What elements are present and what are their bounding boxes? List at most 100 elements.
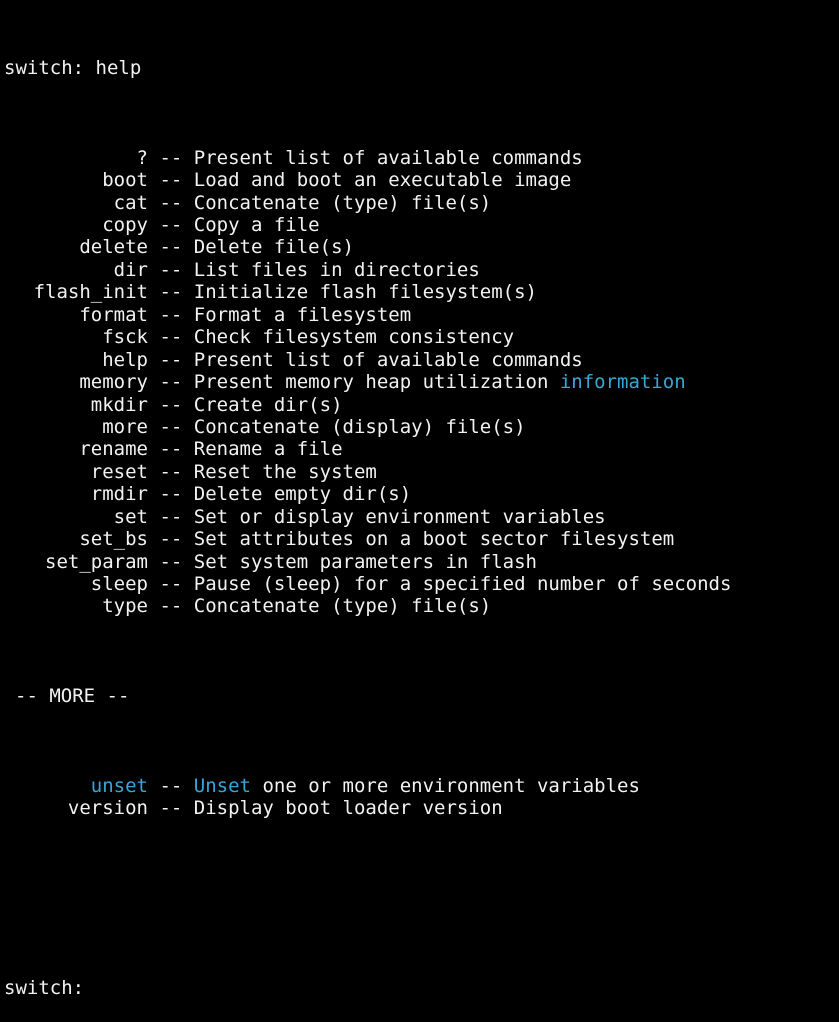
command-name: boot <box>102 169 148 192</box>
command-separator: -- <box>159 438 183 461</box>
command-row: help -- Present list of available comman… <box>4 349 839 371</box>
command-separator: -- <box>159 775 183 798</box>
highlighted-word: Unset <box>193 775 251 798</box>
command-separator: -- <box>159 415 183 438</box>
command-description: Present list of available commands <box>193 146 583 169</box>
command-separator: -- <box>159 550 183 573</box>
command-description: Format a filesystem <box>193 303 412 326</box>
command-row: flash_init -- Initialize flash filesyste… <box>4 281 839 303</box>
command-row: set -- Set or display environment variab… <box>4 506 839 528</box>
command-separator: -- <box>159 303 183 326</box>
command-row: version -- Display boot loader version <box>4 797 839 819</box>
command-name: reset <box>90 460 148 483</box>
command-row: boot -- Load and boot an executable imag… <box>4 169 839 191</box>
command-row: set_bs -- Set attributes on a boot secto… <box>4 528 839 550</box>
command-name: flash_init <box>33 281 148 304</box>
command-row: rmdir -- Delete empty dir(s) <box>4 483 839 505</box>
command-name: memory <box>79 371 148 394</box>
command-name: version <box>67 797 148 820</box>
command-separator: -- <box>159 505 183 528</box>
final-prompt[interactable]: switch: <box>4 977 839 999</box>
command-separator: -- <box>159 371 183 394</box>
command-description: Delete file(s) <box>193 236 354 259</box>
command-row: unset -- Unset one or more environment v… <box>4 775 839 797</box>
command-list-after-more: unset -- Unset one or more environment v… <box>4 775 839 820</box>
command-description: Set system parameters in flash <box>193 550 537 573</box>
command-name: format <box>79 303 148 326</box>
command-description: Display boot loader version <box>193 797 503 820</box>
command-row: format -- Format a filesystem <box>4 304 839 326</box>
command-row: reset -- Reset the system <box>4 461 839 483</box>
command-name: type <box>102 595 148 618</box>
command-description: Copy a file <box>193 214 320 237</box>
command-description: Present list of available commands <box>193 348 583 371</box>
command-name: rename <box>79 438 148 461</box>
command-separator: -- <box>159 258 183 281</box>
command-description: Initialize flash filesystem(s) <box>193 281 537 304</box>
command-separator: -- <box>159 214 183 237</box>
command-name: cat <box>113 191 148 214</box>
command-separator: -- <box>159 528 183 551</box>
command-separator: -- <box>159 595 183 618</box>
command-name: set_bs <box>79 528 148 551</box>
command-separator: -- <box>159 191 183 214</box>
command-row: dir -- List files in directories <box>4 259 839 281</box>
command-name: set <box>113 505 148 528</box>
command-separator: -- <box>159 573 183 596</box>
command-separator: -- <box>159 236 183 259</box>
command-description: Concatenate (display) file(s) <box>193 415 526 438</box>
command-row: copy -- Copy a file <box>4 214 839 236</box>
command-description: Concatenate (type) file(s) <box>193 595 492 618</box>
command-separator: -- <box>159 146 183 169</box>
command-separator: -- <box>159 326 183 349</box>
command-row: delete -- Delete file(s) <box>4 236 839 258</box>
more-prompt: -- MORE -- <box>15 685 130 708</box>
command-row: set_param -- Set system parameters in fl… <box>4 551 839 573</box>
command-row: cat -- Concatenate (type) file(s) <box>4 192 839 214</box>
command-row: more -- Concatenate (display) file(s) <box>4 416 839 438</box>
command-description: Pause (sleep) for a specified number of … <box>193 573 732 596</box>
command-description: Create dir(s) <box>193 393 343 416</box>
command-separator: -- <box>159 348 183 371</box>
command-name: mkdir <box>90 393 148 416</box>
command-row: ? -- Present list of available commands <box>4 147 839 169</box>
command-name: help <box>102 348 148 371</box>
command-name: more <box>102 415 148 438</box>
command-description: one or more environment variables <box>251 775 640 798</box>
command-name: set_param <box>45 550 148 573</box>
command-row: mkdir -- Create dir(s) <box>4 394 839 416</box>
command-separator: -- <box>159 393 183 416</box>
terminal-window[interactable]: switch: help ? -- Present list of availa… <box>0 0 839 999</box>
command-row: rename -- Rename a file <box>4 438 839 460</box>
command-name: rmdir <box>90 483 148 506</box>
command-row: sleep -- Pause (sleep) for a specified n… <box>4 573 839 595</box>
command-name: fsck <box>102 326 148 349</box>
command-separator: -- <box>159 483 183 506</box>
command-name: delete <box>79 236 148 259</box>
command-description: Set or display environment variables <box>193 505 606 528</box>
command-separator: -- <box>159 460 183 483</box>
command-row: fsck -- Check filesystem consistency <box>4 326 839 348</box>
command-description: Rename a file <box>193 438 343 461</box>
command-description: Present memory heap utilization <box>193 371 560 394</box>
command-line: switch: help <box>4 56 142 79</box>
command-name: sleep <box>90 573 148 596</box>
command-name: ? <box>136 146 148 169</box>
command-separator: -- <box>159 169 183 192</box>
command-list: ? -- Present list of available commands b… <box>4 147 839 618</box>
command-description: Set attributes on a boot sector filesyst… <box>193 528 675 551</box>
command-separator: -- <box>159 797 183 820</box>
highlighted-word: information <box>559 371 686 394</box>
command-separator: -- <box>159 281 183 304</box>
command-row: memory -- Present memory heap utilizatio… <box>4 371 839 393</box>
command-description: Concatenate (type) file(s) <box>193 191 492 214</box>
command-row: type -- Concatenate (type) file(s) <box>4 595 839 617</box>
command-name: copy <box>102 214 148 237</box>
command-name: unset <box>90 775 148 798</box>
command-description: Delete empty dir(s) <box>193 483 412 506</box>
command-name: dir <box>113 258 148 281</box>
command-description: Reset the system <box>193 460 377 483</box>
command-description: Load and boot an executable image <box>193 169 572 192</box>
command-description: Check filesystem consistency <box>193 326 515 349</box>
